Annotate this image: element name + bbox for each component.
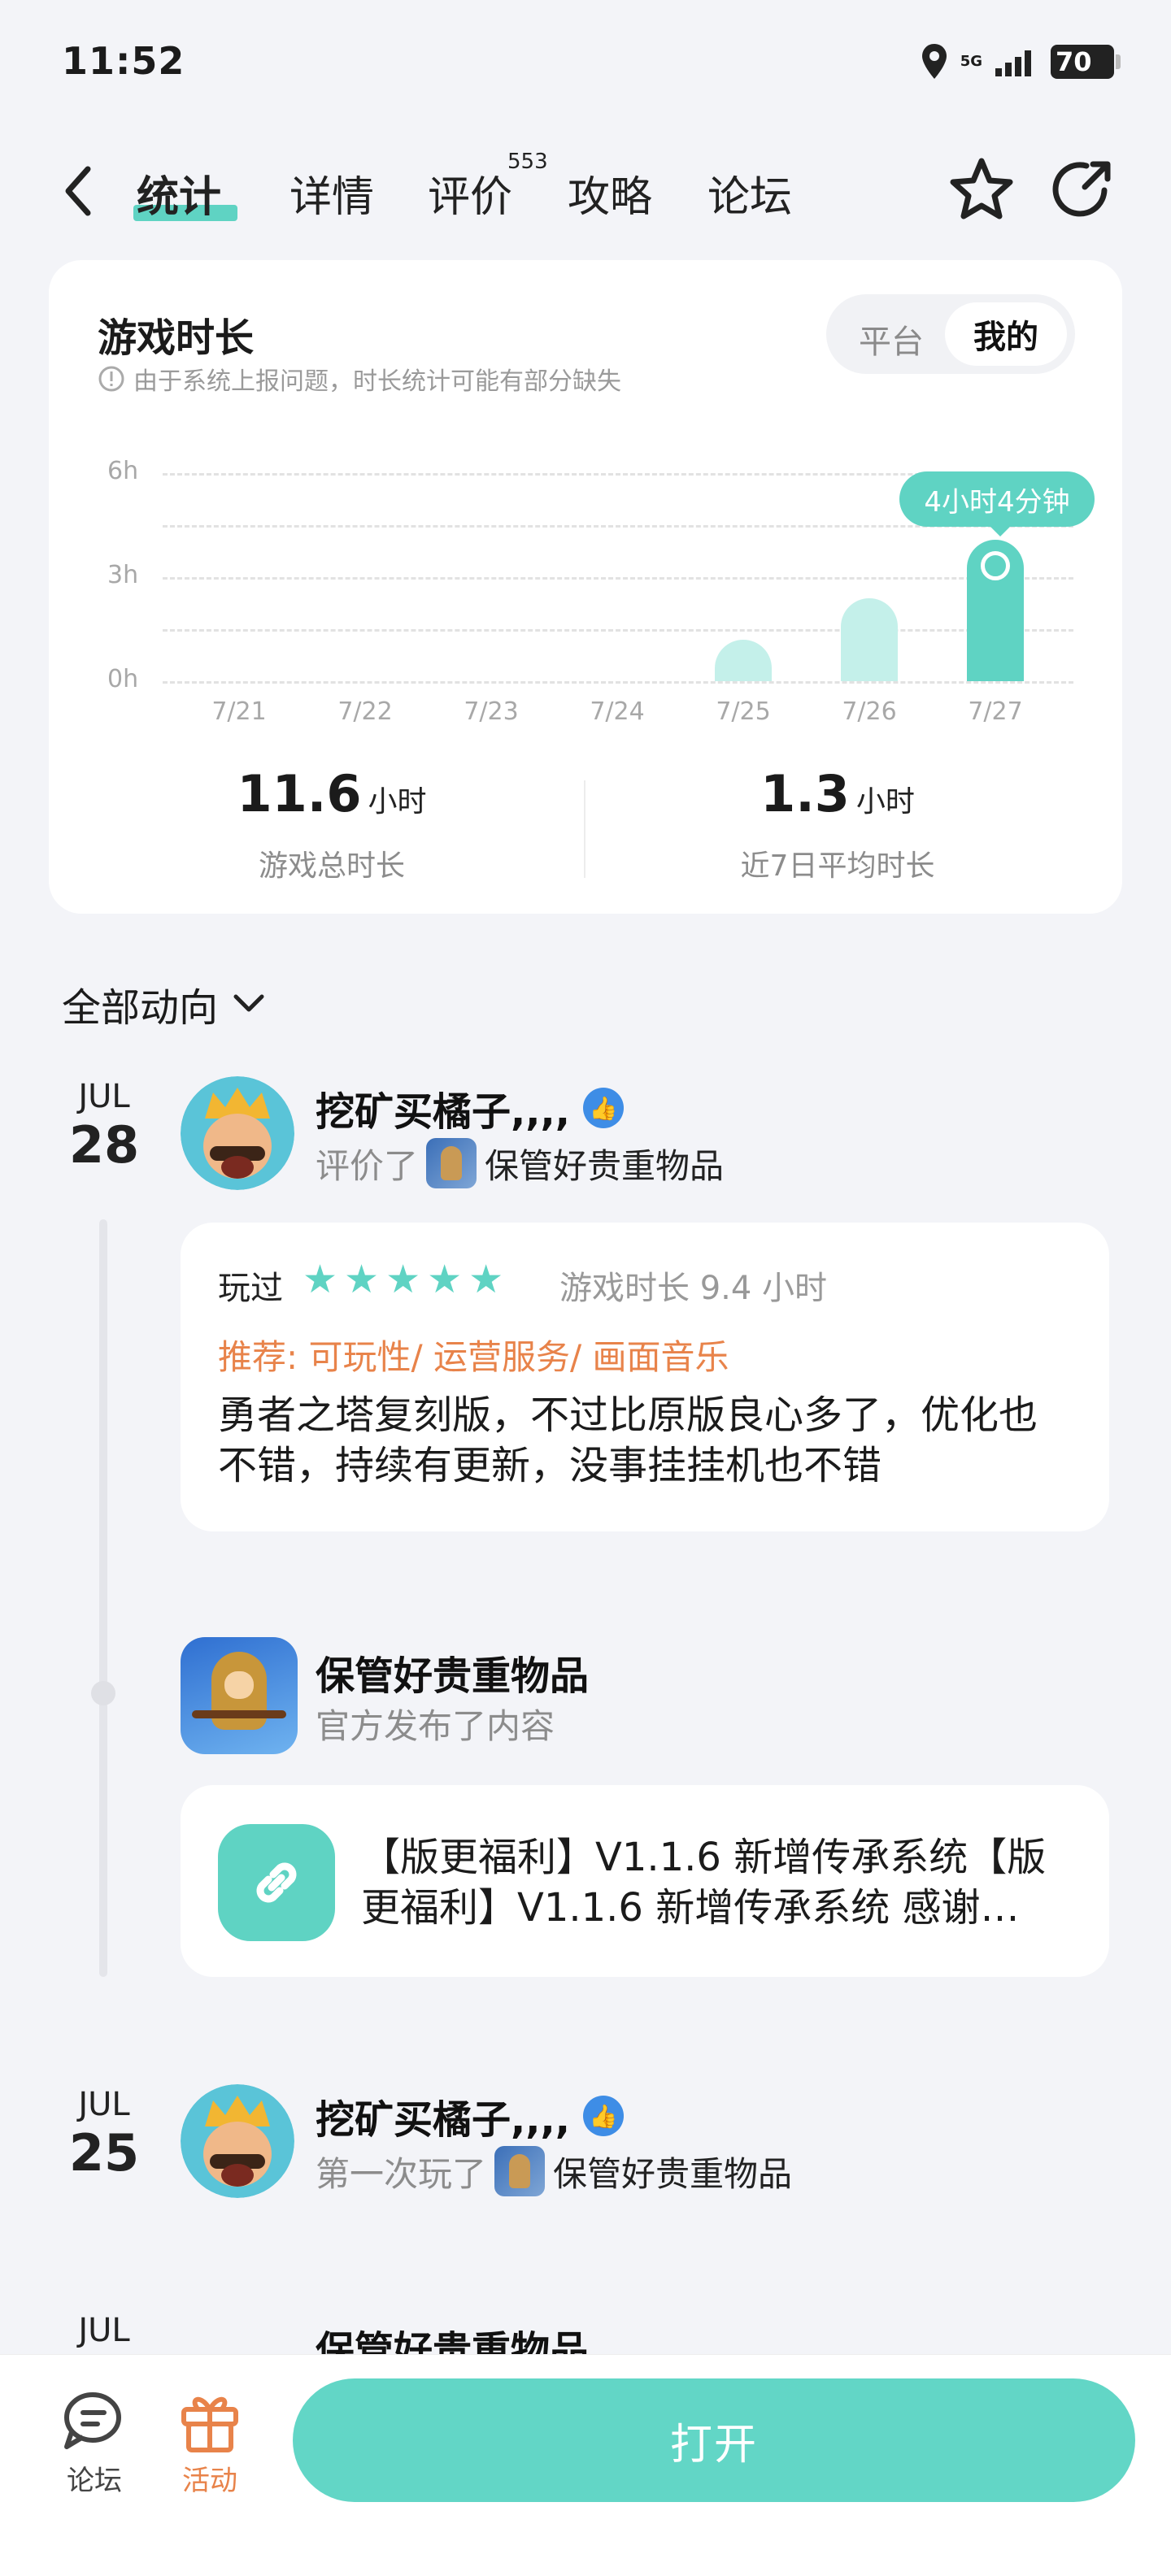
x-tick-label: 7/25 xyxy=(716,697,771,726)
gridline-3h xyxy=(163,577,1073,580)
entry-day: 25 xyxy=(68,2123,140,2183)
gridline-1-5h xyxy=(163,629,1073,632)
tab-stats[interactable]: 统计 xyxy=(137,163,221,224)
game-thumbnail-icon xyxy=(494,2146,546,2196)
info-icon xyxy=(98,366,124,392)
review-recommend: 推荐: 可玩性/ 运营服务/ 画面音乐 xyxy=(218,1337,729,1377)
playtime-note: 由于系统上报问题，时长统计可能有部分缺失 xyxy=(98,361,621,397)
status-time: 11:52 xyxy=(62,39,185,83)
game-thumbnail-icon xyxy=(426,1138,477,1188)
forum-button[interactable]: 论坛 xyxy=(54,2387,135,2498)
open-game-button[interactable]: 打开 xyxy=(293,2378,1135,2502)
bar-selected-dot xyxy=(981,551,1010,581)
gift-icon xyxy=(181,2396,238,2452)
review-stars: ★ ★ ★ ★ ★ xyxy=(303,1257,503,1302)
entry-action-row: 第一次玩了 保管好贵重物品 xyxy=(316,2146,792,2196)
events-label: 活动 xyxy=(182,2465,237,2497)
star-rating-icon: ★ xyxy=(427,1257,463,1302)
star-rating-icon: ★ xyxy=(303,1257,338,1302)
review-playtime: 游戏时长 9.4 小时 xyxy=(559,1270,828,1307)
star-rating-icon: ★ xyxy=(344,1257,380,1302)
entry-action-row: 评价了 保管好贵重物品 xyxy=(316,1138,724,1188)
signal-icon xyxy=(995,50,1031,76)
battery-level: 70 xyxy=(1056,46,1092,77)
link-icon xyxy=(218,1824,335,1941)
activity-filter[interactable]: 全部动向 xyxy=(62,975,267,1032)
x-tick-label: 7/24 xyxy=(590,697,645,726)
timeline-dot xyxy=(91,1681,115,1705)
entry-user-row: 挖矿买橘子,,,, 👍 xyxy=(316,2087,624,2144)
entry-month: JUL xyxy=(78,1078,130,1115)
entry-game-link[interactable]: 保管好贵重物品 xyxy=(553,2147,792,2196)
entry-game-link[interactable]: 保管好贵重物品 xyxy=(485,1139,724,1188)
toggle-platform[interactable]: 平台 xyxy=(859,315,924,363)
game-icon[interactable] xyxy=(181,1637,298,1754)
tab-reviews[interactable]: 评价 xyxy=(428,163,512,224)
average-playtime-label: 近7日平均时长 xyxy=(740,849,935,883)
activity-filter-label: 全部动向 xyxy=(62,985,219,1031)
review-count-badge: 553 xyxy=(507,150,548,174)
x-tick-label: 7/26 xyxy=(842,697,897,726)
user-name[interactable]: 挖矿买橘子,,,, xyxy=(316,2087,570,2144)
official-post-action: 官方发布了内容 xyxy=(316,1706,555,1746)
y-tick-3h: 3h xyxy=(107,561,139,589)
tab-details[interactable]: 详情 xyxy=(289,163,374,224)
timeline-line xyxy=(99,1219,107,1977)
chart-bar[interactable] xyxy=(841,597,898,681)
entry-month: JUL xyxy=(78,2312,130,2349)
gridline-0h xyxy=(163,681,1073,684)
location-icon xyxy=(921,44,947,79)
review-text: 勇者之塔复刻版，不过比原版良心多了，优化也不错，持续有更新，没事挂挂机也不错 xyxy=(218,1392,1038,1488)
verified-icon: 👍 xyxy=(582,2096,624,2136)
entry-action: 评价了 xyxy=(316,1145,419,1186)
network-type: 5G xyxy=(960,53,982,70)
status-indicators: 5G 70 xyxy=(920,42,1121,81)
user-name[interactable]: 挖矿买橘子,,,, xyxy=(316,1079,570,1136)
x-tick-label: 7/23 xyxy=(464,697,519,726)
verified-icon: 👍 xyxy=(582,1088,624,1128)
events-button[interactable]: 活动 xyxy=(169,2387,250,2498)
total-playtime: 11.6 小时 xyxy=(80,764,584,823)
average-playtime-unit: 小时 xyxy=(855,785,915,819)
y-tick-6h: 6h xyxy=(107,457,139,485)
entry-day: 28 xyxy=(68,1115,140,1175)
forum-label: 论坛 xyxy=(67,2465,122,2497)
post-title: 【版更福利】V1.1.6 新增传承系统【版更福利】V1.1.6 新增传承系统 感… xyxy=(361,1835,1047,1931)
user-avatar[interactable] xyxy=(181,2084,294,2198)
user-avatar[interactable] xyxy=(181,1076,294,1190)
forum-icon xyxy=(64,2392,121,2449)
x-tick-label: 7/22 xyxy=(337,697,393,726)
entry-action: 第一次玩了 xyxy=(316,2153,487,2194)
average-playtime: 1.3 小时 xyxy=(586,764,1090,823)
x-tick-label: 7/21 xyxy=(211,697,267,726)
total-playtime-label: 游戏总时长 xyxy=(258,849,405,883)
y-tick-0h: 0h xyxy=(107,665,139,693)
game-title[interactable]: 保管好贵重物品 xyxy=(316,1644,589,1701)
star-icon[interactable] xyxy=(947,154,1016,224)
x-tick-label: 7/27 xyxy=(968,697,1023,726)
average-playtime-value: 1.3 xyxy=(760,764,850,823)
tab-guides[interactable]: 攻略 xyxy=(568,163,652,224)
tab-forum[interactable]: 论坛 xyxy=(707,163,792,224)
entry-user-row: 挖矿买橘子,,,, 👍 xyxy=(316,1079,624,1136)
toggle-mine[interactable]: 我的 xyxy=(945,302,1067,366)
chevron-down-icon xyxy=(233,994,264,1012)
bar-tooltip: 4小时4分钟 xyxy=(899,471,1095,536)
playtime-note-text: 由于系统上报问题，时长统计可能有部分缺失 xyxy=(133,367,621,396)
chart-bar[interactable] xyxy=(967,540,1024,681)
playtime-title: 游戏时长 xyxy=(98,315,255,361)
total-playtime-value: 11.6 xyxy=(237,764,362,823)
share-icon[interactable] xyxy=(1047,154,1117,224)
review-played-label: 玩过 xyxy=(218,1270,283,1307)
total-playtime-unit: 小时 xyxy=(368,785,427,819)
star-rating-icon: ★ xyxy=(468,1257,504,1302)
star-rating-icon: ★ xyxy=(385,1257,421,1302)
back-icon[interactable] xyxy=(59,163,99,219)
battery-icon: 70 xyxy=(1051,45,1121,79)
entry-month: JUL xyxy=(78,2086,130,2123)
